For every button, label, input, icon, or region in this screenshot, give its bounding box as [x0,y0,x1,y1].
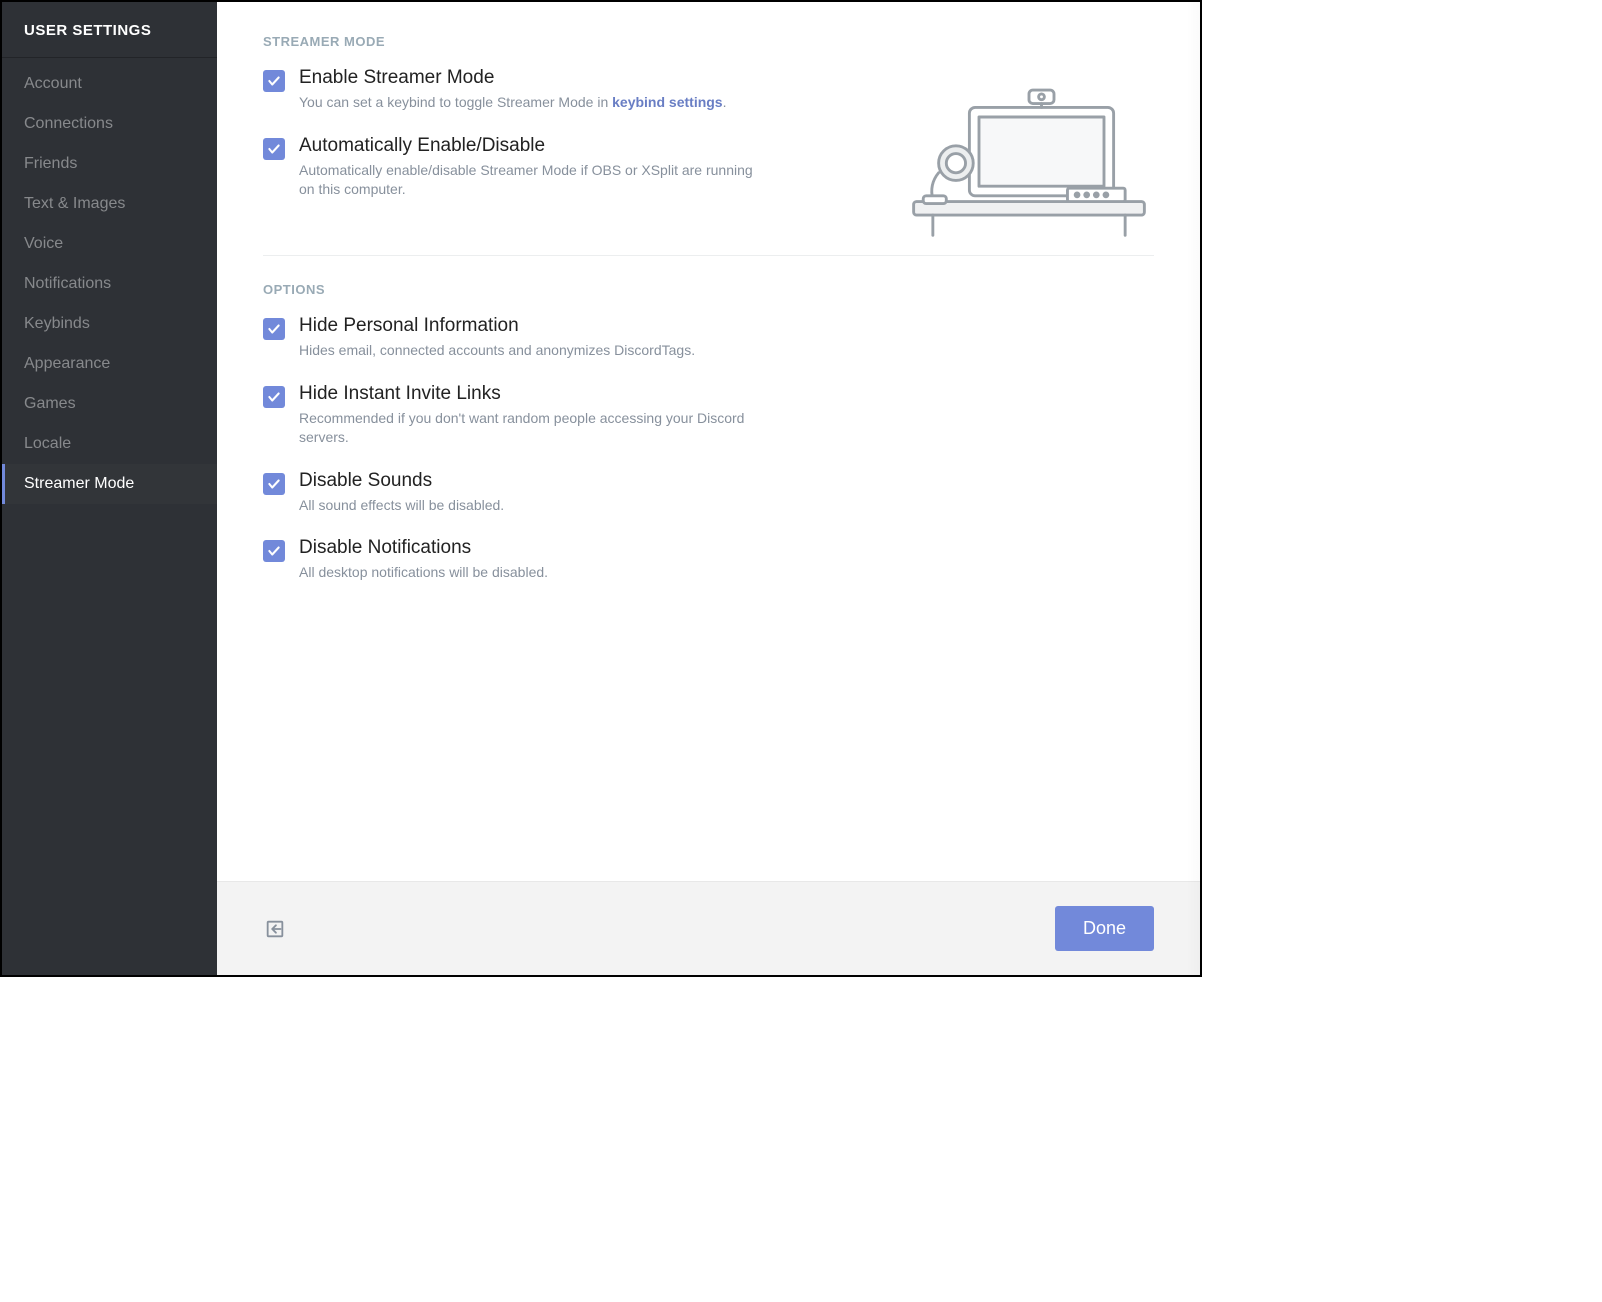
setting-desc: All sound effects will be disabled. [299,496,769,516]
checkbox-enable-streamer-mode[interactable] [263,70,285,92]
sidebar-item-label: Appearance [24,355,110,372]
setting-hide-personal-info: Hide Personal Information Hides email, c… [263,315,1154,361]
check-icon [267,322,281,336]
sidebar: USER SETTINGS Account Connections Friend… [2,2,217,975]
sidebar-item-connections[interactable]: Connections [2,104,217,144]
setting-desc: All desktop notifications will be disabl… [299,563,769,583]
back-button[interactable] [263,917,287,941]
setting-desc: Recommended if you don't want random peo… [299,409,769,448]
sidebar-item-label: Streamer Mode [24,475,134,492]
setting-desc: Hides email, connected accounts and anon… [299,341,769,361]
setting-enable-streamer-mode: Enable Streamer Mode You can set a keybi… [263,67,884,113]
check-icon [267,477,281,491]
setting-title: Disable Notifications [299,537,1154,559]
setting-hide-invite-links: Hide Instant Invite Links Recommended if… [263,383,1154,448]
setting-title: Disable Sounds [299,470,1154,492]
keybind-settings-link[interactable]: keybind settings [612,94,722,110]
section-header-options: OPTIONS [263,282,1154,297]
check-icon [267,390,281,404]
setting-desc: Automatically enable/disable Streamer Mo… [299,161,769,200]
footer: Done [217,881,1200,975]
sidebar-item-games[interactable]: Games [2,384,217,424]
sidebar-item-label: Connections [24,115,113,132]
section-header-streamer-mode: STREAMER MODE [263,34,1154,49]
sidebar-item-streamer-mode[interactable]: Streamer Mode [2,464,217,504]
checkbox-disable-sounds[interactable] [263,473,285,495]
sidebar-item-voice[interactable]: Voice [2,224,217,264]
setting-title: Enable Streamer Mode [299,67,884,89]
sidebar-item-account[interactable]: Account [2,64,217,104]
setting-disable-sounds: Disable Sounds All sound effects will be… [263,470,1154,516]
check-icon [267,142,281,156]
sidebar-item-friends[interactable]: Friends [2,144,217,184]
monitor-webcam-icon [904,67,1154,240]
sidebar-item-keybinds[interactable]: Keybinds [2,304,217,344]
sidebar-item-locale[interactable]: Locale [2,424,217,464]
sidebar-item-label: Notifications [24,275,111,292]
sidebar-item-label: Locale [24,435,71,452]
sidebar-item-label: Games [24,395,76,412]
divider [263,255,1154,256]
setting-auto-enable-disable: Automatically Enable/Disable Automatical… [263,135,884,200]
checkbox-hide-invite-links[interactable] [263,386,285,408]
checkbox-hide-personal-info[interactable] [263,318,285,340]
sidebar-item-label: Friends [24,155,77,172]
sidebar-title: USER SETTINGS [2,2,217,58]
check-icon [267,74,281,88]
checkbox-auto-enable-disable[interactable] [263,138,285,160]
setting-title: Automatically Enable/Disable [299,135,884,157]
sidebar-item-text-images[interactable]: Text & Images [2,184,217,224]
sidebar-item-appearance[interactable]: Appearance [2,344,217,384]
exit-icon [264,918,286,940]
main-panel: STREAMER MODE Enable Streamer Mode You c… [217,2,1200,975]
setting-title: Hide Personal Information [299,315,1154,337]
sidebar-item-label: Text & Images [24,195,125,212]
checkbox-disable-notifications[interactable] [263,540,285,562]
sidebar-item-label: Account [24,75,82,92]
check-icon [267,544,281,558]
sidebar-item-label: Keybinds [24,315,90,332]
streamer-illustration [904,67,1154,245]
setting-desc: You can set a keybind to toggle Streamer… [299,93,769,113]
content: STREAMER MODE Enable Streamer Mode You c… [217,2,1200,881]
done-button[interactable]: Done [1055,906,1154,951]
setting-title: Hide Instant Invite Links [299,383,1154,405]
setting-disable-notifications: Disable Notifications All desktop notifi… [263,537,1154,583]
sidebar-item-notifications[interactable]: Notifications [2,264,217,304]
sidebar-item-label: Voice [24,235,63,252]
sidebar-items: Account Connections Friends Text & Image… [2,58,217,504]
